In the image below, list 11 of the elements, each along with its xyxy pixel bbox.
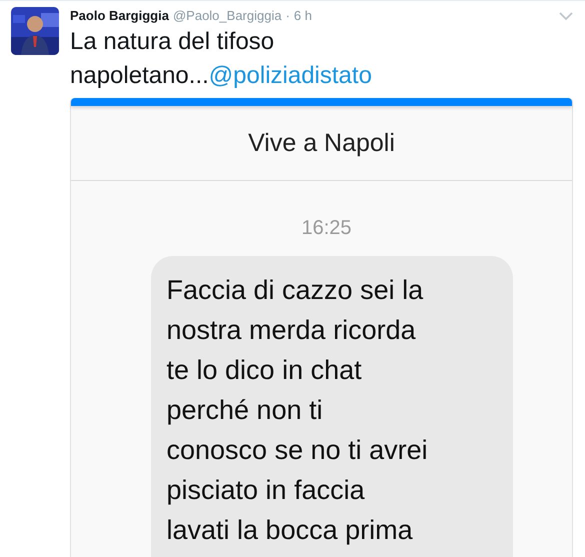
mention-link[interactable]: @poliziadistato [208, 62, 372, 89]
message-text: Faccia di cazzo sei la nostra merda ricorda te lo dico in chat perché non ti conosco se no ti avrei pisciato in faccia lavati la bocca prima [166, 274, 429, 547]
author-name[interactable]: Paolo Bargiggia [70, 8, 169, 23]
message-time: 16:25 [301, 217, 352, 240]
tweet-text: La natura del tifoso napoletano...@poliziadistato [70, 27, 373, 91]
chevron-down-icon[interactable] [559, 12, 573, 21]
author-handle[interactable]: @Paolo_Bargiggia [172, 8, 282, 23]
attached-screenshot[interactable]: Vive a Napoli 16:25 Faccia di cazzo sei la nostra merda ricorda te lo dico in chat perché non ti conosco se no ti avrei pisciato in faccia lavati la bocca prima [70, 98, 573, 557]
chat-title: Vive a Napoli [248, 128, 395, 158]
tweet-time[interactable]: 6 h [294, 8, 312, 23]
separator-dot: · [286, 8, 290, 23]
